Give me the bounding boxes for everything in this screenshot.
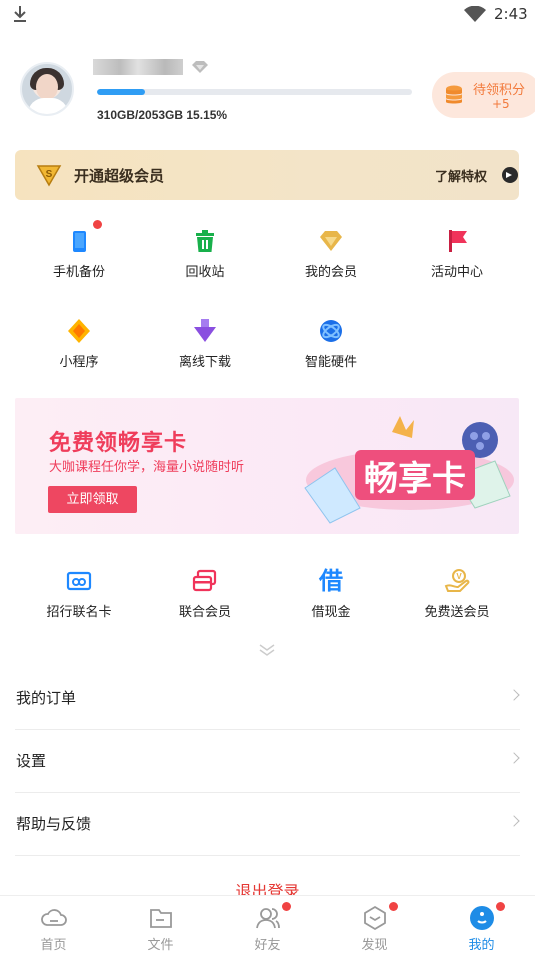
- service-label: 借现金: [311, 605, 351, 620]
- coin-stack-icon: [446, 85, 462, 104]
- chevron-right-icon: [508, 689, 520, 701]
- folder-icon: [149, 909, 172, 928]
- vip-diamond-icon: [192, 61, 208, 73]
- service-label: 免费送会员: [424, 605, 490, 620]
- service-free-vip[interactable]: V 免费送会员: [394, 568, 520, 638]
- profile-header: 310GB/2053GB 15.15% 待领积分 +5: [0, 50, 535, 130]
- grid-item-my-vip[interactable]: 我的会员: [268, 228, 394, 298]
- storage-progress-bar: [97, 89, 412, 95]
- grid-item-phone-backup[interactable]: 手机备份: [16, 220, 142, 298]
- avatar[interactable]: [20, 62, 74, 116]
- notification-dot: [282, 902, 291, 911]
- super-vip-s-icon: S: [36, 165, 62, 187]
- tab-label: 发现: [361, 938, 388, 953]
- discover-icon: [363, 905, 386, 931]
- menu-label: 我的订单: [16, 689, 77, 707]
- smart-hardware-icon: [320, 320, 342, 342]
- vip-diamond-icon: [320, 231, 342, 251]
- points-label: 待领积分: [473, 83, 526, 98]
- trash-icon: [196, 230, 214, 252]
- bank-card-icon: [66, 571, 92, 591]
- expand-chevron-icon[interactable]: [258, 643, 276, 657]
- me-icon: [469, 906, 494, 930]
- grid-label: 我的会员: [304, 265, 357, 280]
- service-joint-member[interactable]: 联合会员: [142, 568, 268, 638]
- notification-dot: [93, 220, 102, 229]
- banner-headline: 免费领畅享卡: [49, 431, 188, 456]
- tab-discover[interactable]: 发现: [321, 896, 428, 953]
- claim-now-button[interactable]: 立即领取: [48, 486, 137, 513]
- svg-text:S: S: [46, 169, 53, 180]
- mini-program-icon: [68, 319, 90, 343]
- tab-files[interactable]: 文件: [107, 896, 214, 953]
- notification-dot: [389, 902, 398, 911]
- joint-member-icon: [192, 569, 217, 592]
- service-label: 招行联名卡: [46, 605, 112, 620]
- service-cmb-card[interactable]: 招行联名卡: [16, 568, 142, 638]
- flag-icon: [449, 230, 467, 252]
- grid-label: 离线下载: [178, 355, 231, 370]
- tab-label: 文件: [147, 938, 174, 953]
- grid-item-recycle-bin[interactable]: 回收站: [142, 228, 268, 298]
- promo-card-illustration: 畅享卡: [304, 416, 514, 524]
- free-vip-icon: V: [444, 569, 470, 592]
- divider: [15, 855, 520, 856]
- chevron-right-icon: [508, 815, 520, 827]
- tab-label: 我的: [468, 938, 495, 953]
- menu-label: 设置: [16, 752, 47, 770]
- grid-label: 智能硬件: [304, 355, 357, 370]
- tab-label: 首页: [40, 938, 67, 953]
- super-vip-title: 开通超级会员: [74, 167, 165, 185]
- grid-label: 手机备份: [52, 265, 105, 280]
- tab-home[interactable]: 首页: [0, 896, 107, 953]
- storage-usage-text: 310GB/2053GB 15.15%: [97, 108, 228, 122]
- pending-points-button[interactable]: 待领积分 +5: [432, 72, 535, 118]
- grid-item-activity-center[interactable]: 活动中心: [394, 228, 520, 298]
- banner-art-text: 畅享卡: [364, 459, 466, 499]
- grid-item-mini-program[interactable]: 小程序: [16, 318, 142, 388]
- notification-dot: [496, 902, 505, 911]
- download-icon: [14, 6, 26, 22]
- learn-privileges-link[interactable]: 了解特权: [435, 166, 487, 185]
- offline-download-icon: [194, 319, 216, 342]
- service-label: 联合会员: [178, 605, 231, 620]
- grid-item-offline-download[interactable]: 离线下载: [142, 318, 268, 388]
- grid-label: 回收站: [185, 265, 225, 280]
- phone-backup-icon: [73, 231, 86, 252]
- tab-me[interactable]: 我的: [428, 896, 535, 953]
- menu-settings[interactable]: 设置: [0, 730, 535, 792]
- menu-my-orders[interactable]: 我的订单: [0, 667, 535, 729]
- status-time: 2:43: [494, 5, 528, 23]
- grid-item-smart-hardware[interactable]: 智能硬件: [268, 318, 394, 388]
- menu-label: 帮助与反馈: [16, 815, 92, 833]
- status-bar: 2:43: [0, 0, 535, 30]
- friends-icon: [255, 908, 280, 929]
- chevron-right-icon: [508, 752, 520, 764]
- wifi-icon: [464, 6, 486, 22]
- menu-help-feedback[interactable]: 帮助与反馈: [0, 793, 535, 855]
- home-cloud-icon: [40, 909, 67, 926]
- storage-progress-fill: [97, 89, 145, 95]
- service-borrow-cash[interactable]: 借 借现金: [268, 568, 394, 638]
- bottom-tab-bar: 首页 文件 好友 发现 我的: [0, 895, 535, 953]
- tab-friends[interactable]: 好友: [214, 896, 321, 953]
- banner-subtitle: 大咖课程任你学，海量小说随时听: [49, 460, 245, 475]
- promo-banner[interactable]: 免费领畅享卡 大咖课程任你学，海量小说随时听 立即领取 畅享卡: [15, 398, 519, 534]
- arrow-right-icon: [502, 167, 518, 183]
- grid-label: 活动中心: [430, 265, 483, 280]
- borrow-cash-icon: 借: [319, 567, 343, 595]
- svg-text:V: V: [456, 572, 462, 581]
- super-vip-banner[interactable]: S 开通超级会员 了解特权: [15, 150, 519, 200]
- username-redacted: [93, 59, 183, 75]
- points-value: +5: [492, 97, 510, 111]
- grid-label: 小程序: [59, 355, 99, 370]
- tab-label: 好友: [254, 938, 281, 953]
